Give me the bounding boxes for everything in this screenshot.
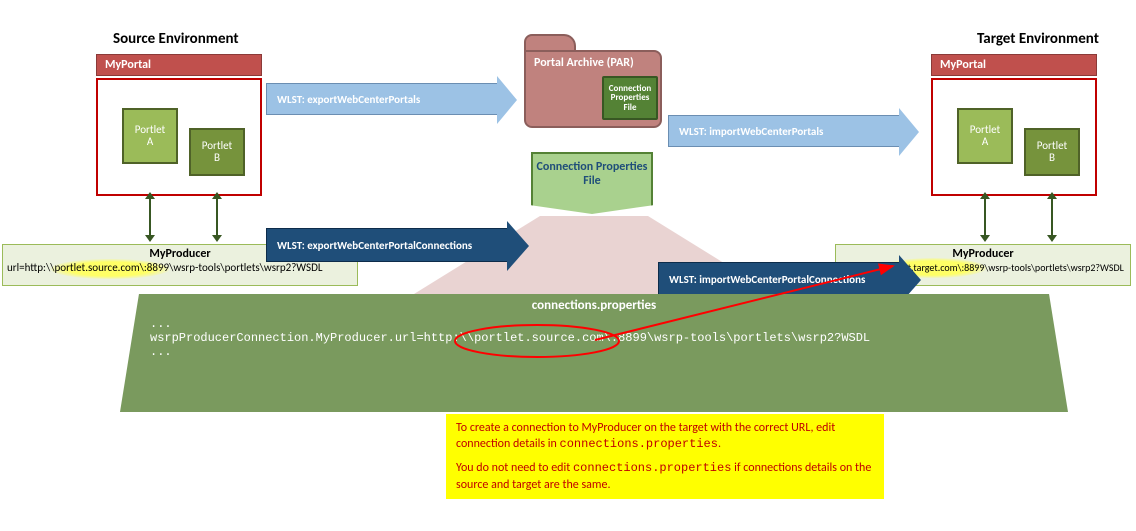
target-portlet-b: Portlet B (1024, 128, 1080, 176)
source-portlet-a: Portlet A (122, 108, 178, 164)
arrow-export-portals: WLST: exportWebCenterPortals (266, 83, 498, 115)
note-line2a: You do not need to edit (456, 461, 573, 475)
target-url-suffix: :8899\wsrp-tools\portlets\wsrp2?WSDL (961, 261, 1123, 274)
connections-dots1: ... (150, 317, 1038, 331)
connections-panel: connections.properties ... wsrpProducerC… (120, 294, 1068, 412)
connections-line-rest: :8899\wsrp-tools\portlets\wsrp2?WSDL (611, 331, 870, 345)
arrow-export-conns: WLST: exportWebCenterPortalConnections (266, 228, 508, 262)
note-code1: connections.properties (560, 437, 718, 451)
connections-line-prefix: wsrpProducerConnection.MyProducer.url=ht… (150, 331, 474, 345)
connections-title: connections.properties (120, 294, 1068, 313)
target-portal-bar: MyPortal (931, 54, 1097, 76)
target-env-title: Target Environment (977, 30, 1099, 48)
source-portal-bar: MyPortal (96, 54, 262, 76)
target-portlet-a: Portlet A (957, 108, 1013, 164)
src-link-b (216, 198, 218, 236)
connections-dots2: ... (150, 345, 1038, 359)
yellow-note: To create a connection to MyProducer on … (446, 414, 884, 499)
source-url-host: portlet.source.com\ (55, 261, 144, 274)
source-url-suffix: :8899\wsrp-tools\portlets\wsrp2?WSDL (144, 261, 323, 274)
note-line1b: . (718, 437, 721, 451)
arrow-import-portals: WLST: importWebCenterPortals (668, 115, 900, 147)
source-url-prefix: url=http:\\ (7, 261, 55, 274)
target-producer-title: MyProducer (840, 247, 1126, 261)
src-link-a (149, 198, 151, 236)
source-portlet-b: Portlet B (189, 128, 245, 176)
folder-title: Portal Archive (PAR) (534, 56, 654, 70)
arrow-import-conns: WLST: importWebCenterPortalConnections (658, 262, 900, 296)
source-env-title: Source Environment (113, 30, 239, 48)
note-code2: connections.properties (573, 461, 731, 475)
conn-file-shape: Connection Properties File (531, 152, 653, 198)
connections-line-host: portlet.source.com\ (474, 331, 611, 345)
tgt-link-b (1051, 198, 1053, 236)
tgt-link-a (984, 198, 986, 236)
folder-conn-chip: Connection Properties File (602, 76, 658, 120)
